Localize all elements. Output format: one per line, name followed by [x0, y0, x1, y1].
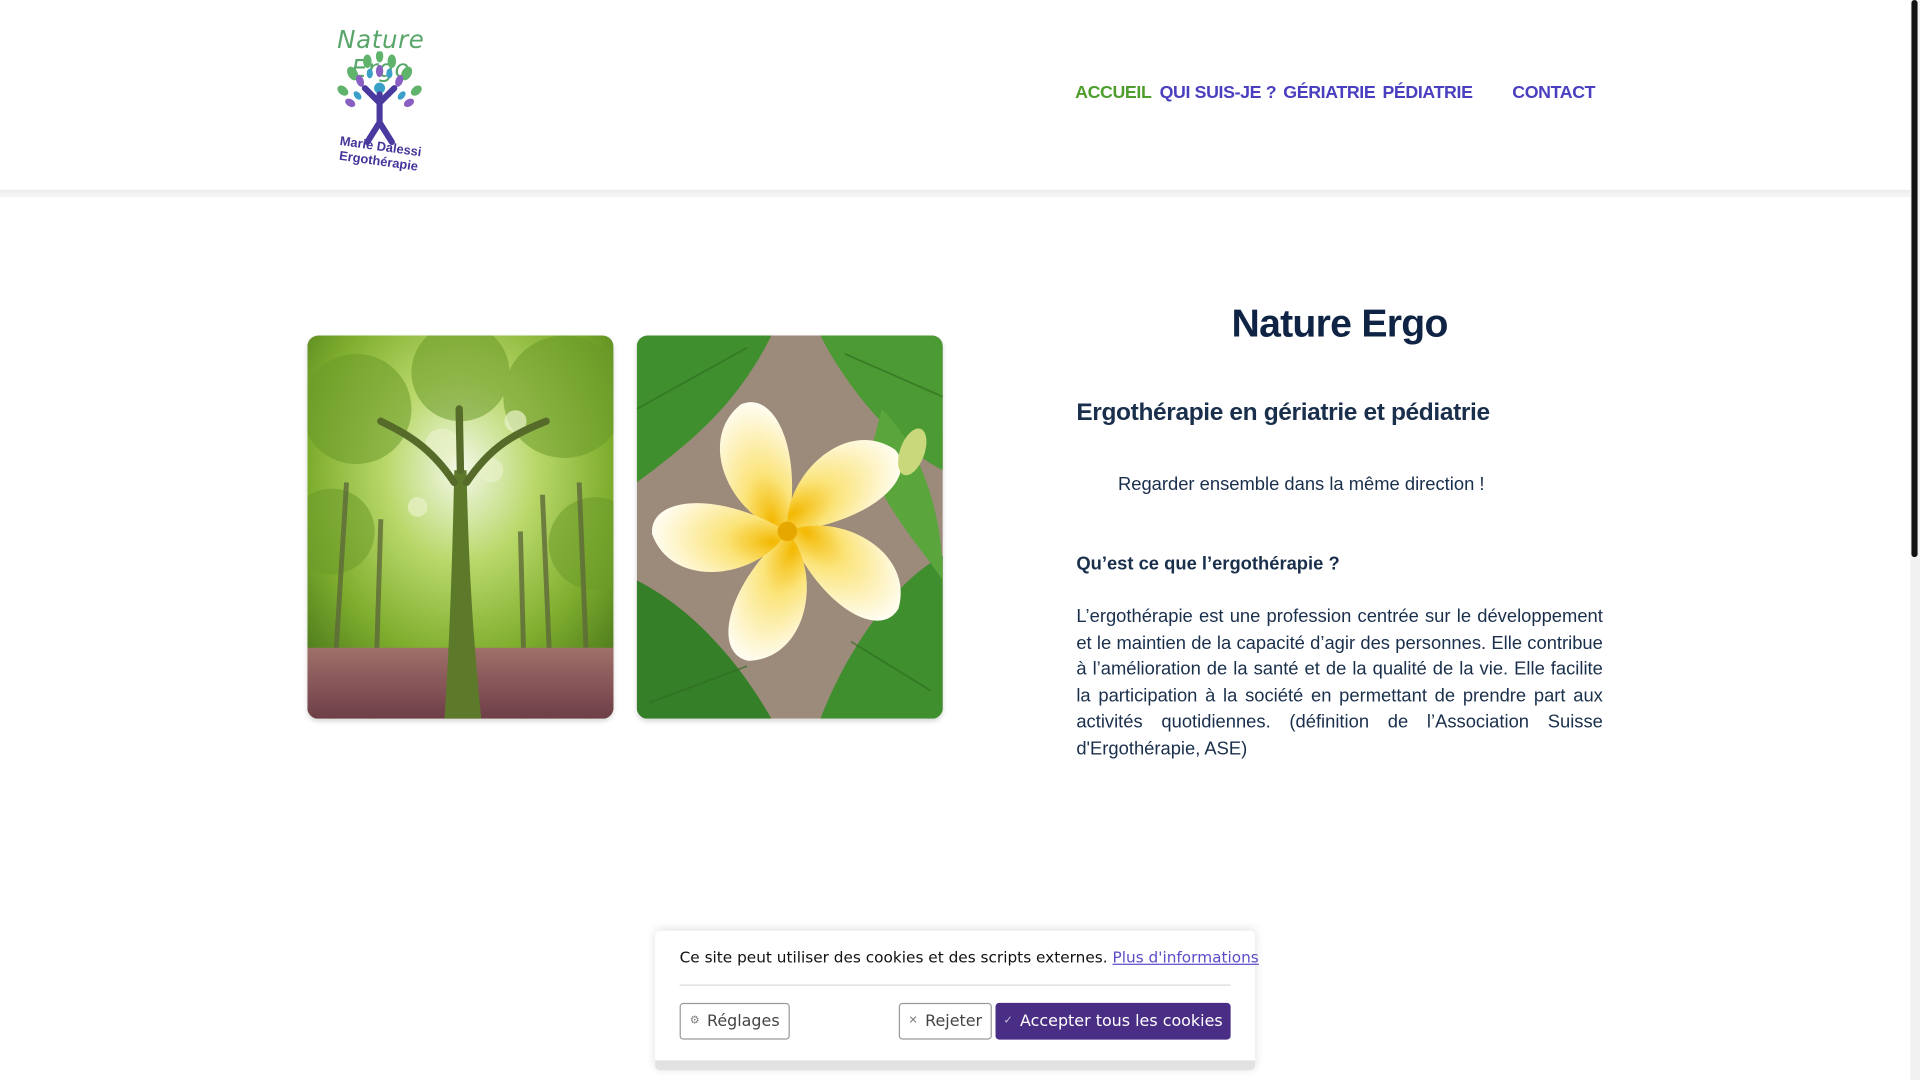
definition-paragraph: L’ergothérapie est une profession centré… [1076, 606, 1603, 759]
page-subtitle: Ergothérapie en gériatrie et pédiatrie [1076, 399, 1490, 427]
header-divider [0, 189, 1911, 198]
cookie-settings-button[interactable]: ⚙ Réglages [679, 1002, 790, 1040]
cookie-reject-label: Rejeter [925, 1012, 983, 1031]
cookie-message-line: Ce site peut utiliser des cookies et des… [680, 948, 1259, 966]
cookie-banner-shadow [655, 1060, 1256, 1071]
check-icon: ✓ [1003, 1015, 1013, 1028]
nav-item-geriatrie[interactable]: GÉRIATRIE [1283, 83, 1375, 103]
page: Nature Ergo [0, 0, 1920, 1080]
page-scrollbar[interactable] [1910, 0, 1920, 1080]
tree-logo-icon [337, 51, 422, 146]
close-icon: ✕ [908, 1015, 918, 1028]
scrollbar-thumb[interactable] [1911, 0, 1918, 558]
cookie-more-info-link[interactable]: Plus d'informations [1113, 948, 1259, 966]
nav-item-accueil[interactable]: ACCUEIL [1075, 83, 1152, 103]
forest-tree-photo [307, 335, 614, 719]
cookie-accept-button[interactable]: ✓ Accepter tous les cookies [995, 1002, 1231, 1040]
site-header: Nature Ergo [0, 0, 1911, 190]
cookie-message: Ce site peut utiliser des cookies et des… [679, 947, 1108, 967]
frangipani-flower-photo [636, 335, 943, 719]
nav-item-qui-suis-je[interactable]: QUI SUIS-JE ? [1160, 83, 1277, 103]
site-logo[interactable]: Nature Ergo [309, 22, 451, 174]
section-question: Qu’est ce que l’ergothérapie ? [1076, 553, 1340, 575]
cookie-reject-button[interactable]: ✕ Rejeter [898, 1002, 992, 1040]
gear-icon: ⚙ [689, 1015, 700, 1028]
nav-item-contact[interactable]: CONTACT [1512, 83, 1595, 103]
cookie-settings-label: Réglages [706, 1012, 780, 1031]
tagline: Regarder ensemble dans la même direction… [1117, 473, 1485, 495]
cookie-banner: Ce site peut utiliser des cookies et des… [655, 930, 1259, 1071]
page-title: Nature Ergo [1231, 301, 1449, 346]
cookie-divider [679, 984, 1231, 986]
nav-item-pediatrie[interactable]: PÉDIATRIE [1382, 83, 1472, 103]
cookie-accept-label: Accepter tous les cookies [1020, 1012, 1223, 1031]
